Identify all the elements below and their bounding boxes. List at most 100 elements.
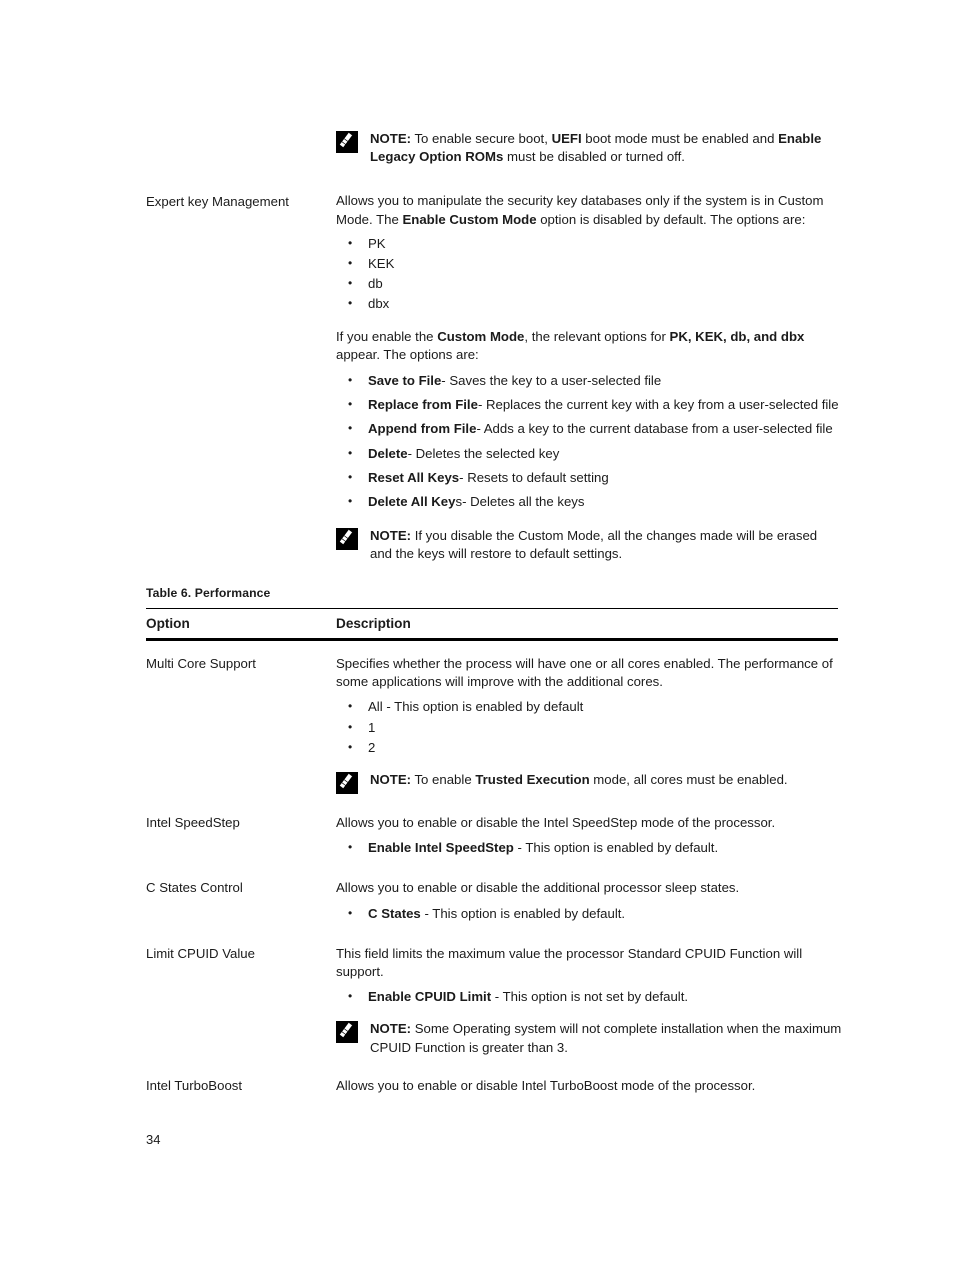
- note-label: NOTE:: [370, 772, 412, 788]
- expert-key-management-row: Expert key Management Allows you to mani…: [146, 192, 846, 563]
- list-item-text: - Deletes the selected key: [407, 445, 560, 461]
- table-cell-description: Specifies whether the process will have …: [336, 655, 846, 795]
- table-cell-option: Limit CPUID Value: [146, 945, 255, 961]
- emphasis-text: UEFI: [551, 131, 582, 146]
- table-cell-description: This field limits the maximum value the …: [336, 945, 846, 1057]
- plain-text: , the relevant options for: [524, 328, 670, 344]
- cell-paragraph: Allows you to enable or disable Intel Tu…: [336, 1077, 846, 1095]
- plain-text: Some Operating system will not complete …: [370, 1021, 842, 1055]
- note-label: NOTE:: [370, 528, 412, 544]
- list-item-text: - Saves the key to a user-selected file: [441, 373, 662, 389]
- emphasis-text: Trusted Execution: [475, 772, 590, 788]
- note-body-text: Some Operating system will not complete …: [370, 1021, 841, 1054]
- plain-text: If you disable the Custom Mode, all the …: [370, 528, 818, 562]
- note-text: NOTE: If you disable the Custom Mode, al…: [370, 527, 841, 563]
- list-item: Replace from File- Replaces the current …: [336, 395, 841, 414]
- table-cell-description: Allows you to enable or disable the Inte…: [336, 814, 846, 859]
- plain-text: mode, all cores must be enabled.: [589, 772, 788, 788]
- plain-text: Specifies whether the process will have …: [336, 656, 833, 690]
- list-item-text: 1: [368, 719, 376, 735]
- list-item-term: Delete All Key: [368, 494, 456, 510]
- note-text: NOTE: To enable Trusted Execution mode, …: [370, 771, 846, 789]
- list-item: PK: [336, 234, 841, 253]
- plain-text: To enable: [411, 772, 476, 788]
- note-callout: NOTE: Some Operating system will not com…: [336, 1020, 846, 1056]
- list-item: Delete- Deletes the selected key: [336, 444, 841, 463]
- column-header-option: Option: [146, 616, 190, 631]
- note-body-text: To enable Trusted Execution mode, all co…: [411, 772, 788, 788]
- note-text: NOTE: Some Operating system will not com…: [370, 1020, 846, 1056]
- list-item-text: 2: [368, 739, 376, 755]
- list-item-term: Enable CPUID Limit: [368, 989, 492, 1005]
- note-pencil-icon: [336, 131, 358, 153]
- table-cell-option: Intel SpeedStep: [146, 815, 240, 831]
- plain-text: appear. The options are:: [336, 346, 479, 362]
- plain-text: To enable secure boot,: [411, 131, 552, 146]
- table-caption: Table 6. Performance: [146, 586, 271, 600]
- plain-text: boot mode must be enabled and: [581, 131, 779, 146]
- bottom-note-callout: NOTE: If you disable the Custom Mode, al…: [336, 527, 841, 563]
- list-item: 2: [336, 738, 846, 757]
- plain-text: This field limits the maximum value the …: [336, 945, 803, 980]
- table-cell-option: Intel TurboBoost: [146, 1077, 243, 1093]
- list-item: Enable CPUID Limit - This option is not …: [336, 987, 846, 1006]
- list-item-term: Enable Intel SpeedStep: [368, 840, 514, 856]
- note-label: NOTE:: [370, 131, 412, 146]
- expert-key-management-body: Allows you to manipulate the security ke…: [336, 192, 841, 563]
- list-item: dbx: [336, 294, 841, 313]
- list-item-text: - This option is enabled by default.: [513, 840, 719, 856]
- table-row: Intel TurboBoost Allows you to enable or …: [146, 1077, 846, 1095]
- list-item-text: - This option is enabled by default.: [420, 905, 626, 921]
- list-item-term: Delete: [368, 445, 408, 461]
- table-row: Limit CPUID Value This field limits the m…: [146, 945, 846, 1057]
- plain-text: option is disabled by default. The optio…: [536, 211, 806, 227]
- table-cell-option: Multi Core Support: [146, 656, 256, 671]
- custom-mode-options-list: Save to File- Saves the key to a user-se…: [336, 371, 841, 511]
- expert-key-description: Allows you to manipulate the security ke…: [336, 192, 841, 228]
- plain-text: Allows you to enable or disable the addi…: [336, 880, 740, 896]
- table-row: Multi Core Support Specifies whether the …: [146, 655, 846, 795]
- column-header-description: Description: [336, 616, 411, 631]
- table-cell-description: Allows you to enable or disable Intel Tu…: [336, 1077, 846, 1095]
- list-item-text: - Replaces the current key with a key fr…: [477, 397, 839, 413]
- table-cell-option: C States Control: [146, 880, 243, 896]
- list-item-text: All - This option is enabled by default: [368, 699, 584, 715]
- page-number: 34: [146, 1132, 161, 1147]
- note-pencil-icon: [336, 528, 358, 551]
- list-item: Reset All Keys- Resets to default settin…: [336, 468, 841, 487]
- note-label: NOTE:: [370, 1021, 412, 1037]
- emphasis-text: PK, KEK, db, and dbx: [669, 328, 805, 344]
- custom-mode-paragraph: If you enable the Custom Mode, the relev…: [336, 328, 841, 364]
- key-database-list: PKKEKdbdbx: [336, 234, 841, 314]
- note-pencil-icon: [336, 1021, 358, 1044]
- performance-table-section: Table 6. Performance Option Description …: [146, 586, 846, 1095]
- list-item-text: - Resets to default setting: [459, 469, 609, 485]
- cell-paragraph: Allows you to enable or disable the Inte…: [336, 814, 846, 832]
- note-callout: NOTE: To enable Trusted Execution mode, …: [336, 771, 846, 795]
- list-item-text: s- Deletes all the keys: [455, 494, 585, 510]
- list-item-term: Save to File: [368, 373, 442, 389]
- top-note-row: NOTE: To enable secure boot, UEFI boot m…: [146, 118, 846, 166]
- list-item-term: Replace from File: [368, 397, 478, 413]
- list-item-text: - Adds a key to the current database fro…: [476, 421, 833, 437]
- cell-paragraph: Specifies whether the process will have …: [336, 655, 846, 691]
- plain-text: Allows you to enable or disable the Inte…: [336, 815, 776, 831]
- list-item: 1: [336, 718, 846, 737]
- plain-text: must be disabled or turned off.: [503, 149, 685, 165]
- list-item: KEK: [336, 254, 841, 273]
- note-callout: NOTE: To enable secure boot, UEFI boot m…: [336, 130, 841, 166]
- table-row: Intel SpeedStep Allows you to enable or d…: [146, 814, 846, 859]
- cell-paragraph: This field limits the maximum value the …: [336, 945, 846, 981]
- cell-paragraph: Allows you to enable or disable the addi…: [336, 879, 846, 897]
- note-body-text: If you disable the Custom Mode, all the …: [370, 528, 817, 561]
- expert-key-management-label: Expert key Management: [146, 194, 289, 210]
- plain-text: Allows you to enable or disable Intel Tu…: [336, 1077, 756, 1093]
- list-item-term: C States: [368, 905, 421, 921]
- list-item: Delete All Keys- Deletes all the keys: [336, 492, 841, 511]
- cell-bullet-list: Enable CPUID Limit - This option is not …: [336, 987, 846, 1006]
- table-body: Multi Core Support Specifies whether the …: [146, 641, 846, 1095]
- cell-bullet-list: C States - This option is enabled by def…: [336, 904, 846, 923]
- list-item: C States - This option is enabled by def…: [336, 904, 846, 923]
- emphasis-text: Enable Custom Mode: [402, 211, 537, 227]
- list-item: db: [336, 274, 841, 293]
